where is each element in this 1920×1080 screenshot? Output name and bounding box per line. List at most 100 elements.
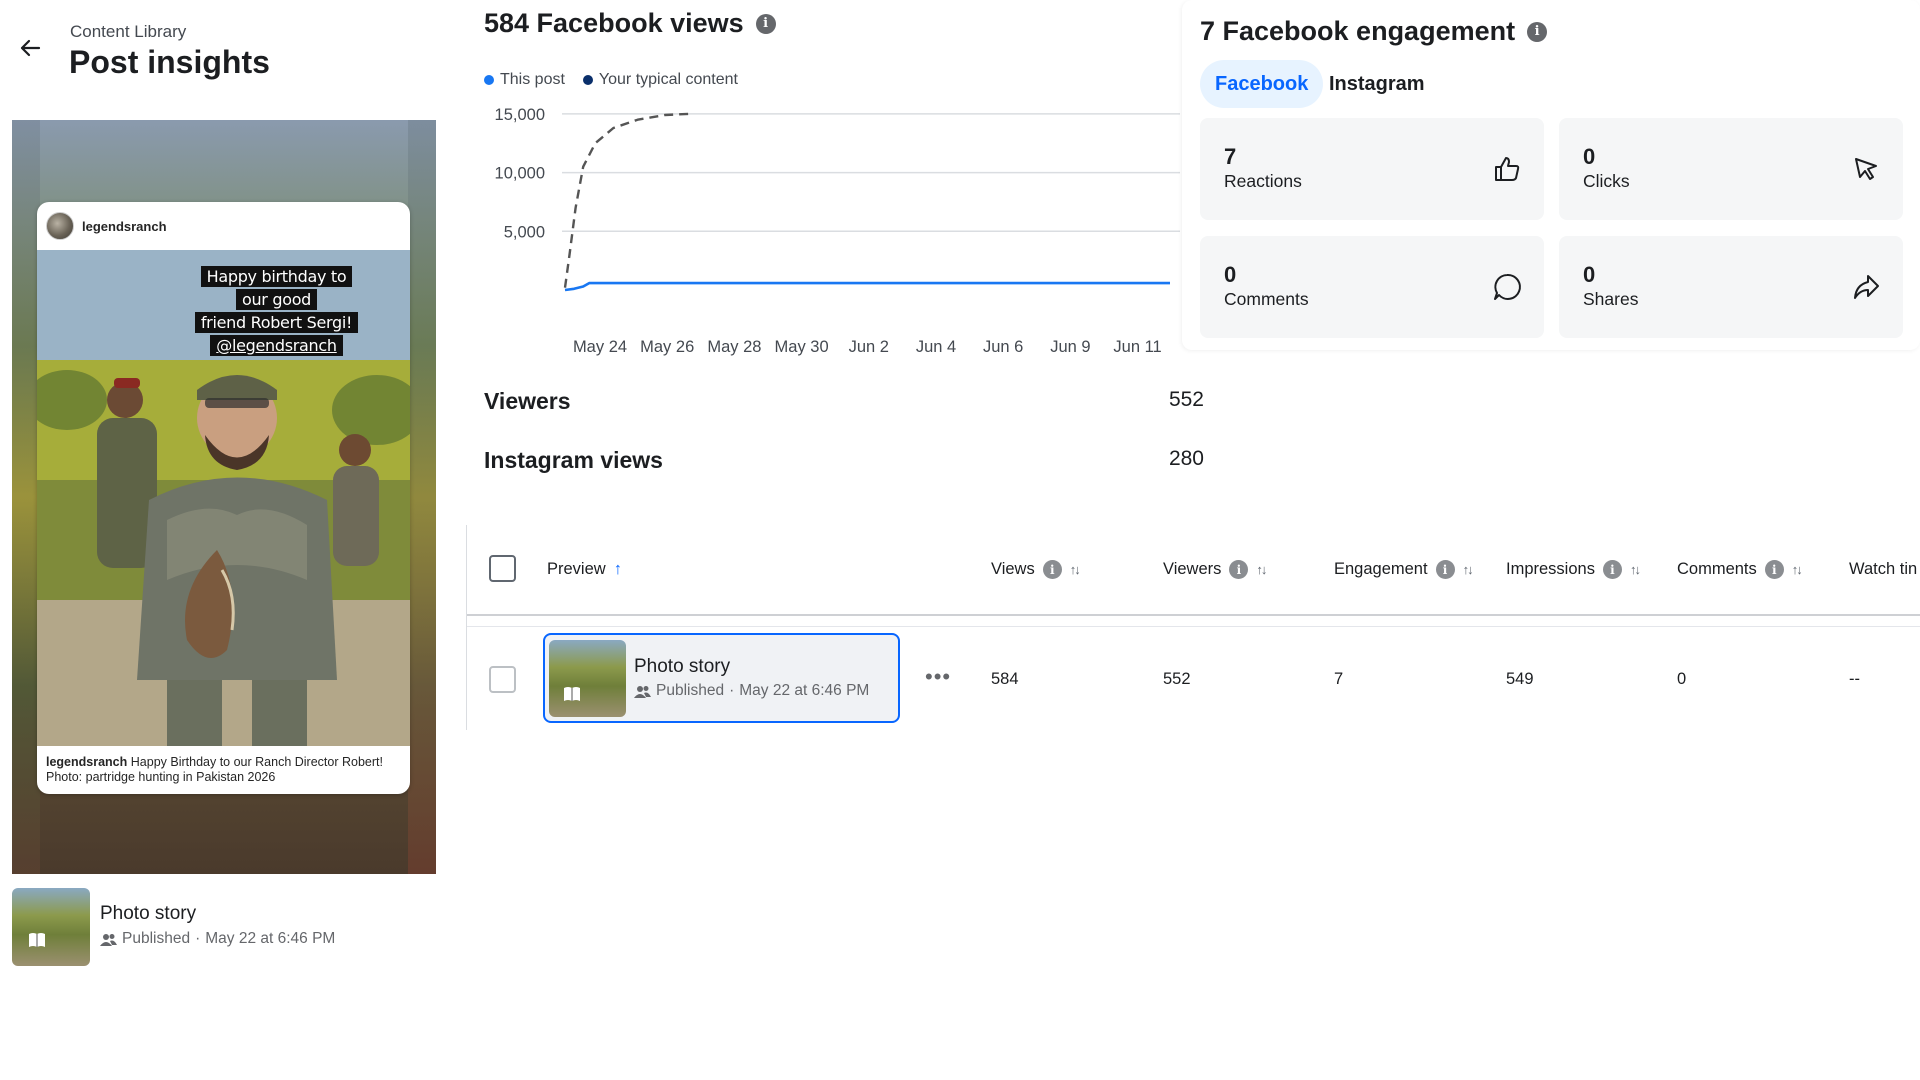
info-icon[interactable]: i (1764, 560, 1784, 579)
clicks-count: 0 (1583, 144, 1596, 169)
column-impressions[interactable]: Impressions i ↑↓ (1506, 560, 1641, 579)
post-thumbnail (12, 888, 90, 966)
info-icon[interactable]: i (1042, 560, 1062, 579)
legend-item-typical: Your typical content (582, 71, 738, 89)
column-label: Comments (1677, 560, 1757, 578)
share-arrow-icon (1854, 275, 1879, 299)
sort-icon: ↑↓ (1256, 562, 1267, 577)
preview-date: May 22 at 6:46 PM (739, 682, 870, 699)
column-watch-time[interactable]: Watch tin (1849, 560, 1917, 579)
x-tick-label: May 30 (775, 338, 829, 356)
engagement-title: 7 Facebook engagement i (1200, 16, 1548, 47)
column-preview[interactable]: Preview ↑ (547, 560, 622, 579)
back-button[interactable] (14, 32, 46, 64)
engagement-title-text: 7 Facebook engagement (1200, 16, 1516, 46)
info-icon[interactable]: i (1229, 560, 1249, 579)
column-engagement[interactable]: Engagement i ↑↓ (1334, 560, 1474, 579)
x-tick-label: Jun 11 (1113, 338, 1161, 356)
x-tick-label: Jun 2 (849, 338, 889, 356)
more-options-button[interactable]: ••• (925, 664, 951, 690)
shared-post-card: legendsranch Happy birthday to our good … (37, 202, 410, 794)
preview-meta: Published · May 22 at 6:46 PM (634, 682, 869, 700)
info-icon[interactable]: i (1527, 21, 1548, 42)
cell-engagement: 7 (1334, 670, 1344, 688)
thumbs-up-icon (1495, 157, 1520, 181)
column-label: Preview (547, 560, 606, 578)
preview-title: Photo story (634, 656, 731, 677)
post-status: Published (122, 930, 191, 947)
cell-views: 584 (991, 670, 1019, 688)
legend-label: This post (500, 71, 565, 88)
info-icon[interactable]: i (1602, 560, 1622, 579)
select-all-checkbox[interactable] (489, 555, 516, 582)
sort-icon: ↑↓ (1462, 562, 1474, 577)
post-meta: Published · May 22 at 6:46 PM (100, 930, 335, 948)
sort-icon: ↑↓ (1629, 562, 1641, 577)
shared-post-caption: legendsranch Happy Birthday to our Ranch… (37, 746, 410, 785)
x-tick-label: May 28 (707, 338, 761, 356)
info-icon[interactable]: i (1435, 560, 1455, 579)
viewers-value: 552 (1168, 388, 1204, 411)
shares-count: 0 (1583, 262, 1596, 287)
chart-legend: This post Your typical content (484, 71, 738, 89)
story-book-icon (29, 933, 45, 947)
avatar (46, 212, 74, 240)
typical-content-line (563, 112, 690, 288)
story-preview: legendsranch Happy birthday to our good … (12, 120, 436, 874)
table-header-divider (467, 614, 1920, 616)
breadcrumb[interactable]: Content Library (70, 22, 186, 42)
table-left-border (466, 525, 467, 730)
sort-ascending-icon: ↑ (613, 560, 622, 578)
engagement-panel: 7 Facebook engagement i Facebook Instagr… (1182, 0, 1920, 350)
views-line-chart: 5,000 10,000 15,000 May 24 May 26 May 28 May 3… (495, 106, 1180, 356)
tab-instagram[interactable]: Instagram (1314, 60, 1440, 108)
cursor-icon (1855, 158, 1877, 180)
preview-cell-selected[interactable]: Photo story Published · May 22 at 6:46 P… (543, 633, 900, 723)
x-tick-label: Jun 9 (1050, 338, 1090, 356)
shares-card: 0 Shares (1559, 236, 1903, 338)
post-date: May 22 at 6:46 PM (205, 930, 336, 947)
views-title-text: 584 Facebook views (484, 8, 744, 38)
shares-label: Shares (1583, 289, 1639, 309)
post-title: Photo story (100, 903, 197, 924)
shared-post-header: legendsranch (37, 202, 410, 250)
column-label: Engagement (1334, 560, 1428, 578)
this-post-line (564, 281, 1170, 292)
x-tick-label: May 24 (573, 338, 627, 356)
arrow-left-icon (20, 39, 41, 57)
cell-comments: 0 (1677, 670, 1687, 688)
column-label: Watch tin (1849, 560, 1918, 578)
instagram-views-label: Instagram views (484, 447, 663, 473)
shared-post-username: legendsranch (82, 218, 167, 234)
info-icon[interactable]: i (755, 13, 776, 34)
x-tick-label: May 26 (640, 338, 694, 356)
x-tick-label: Jun 6 (983, 338, 1023, 356)
table-row-divider (467, 626, 1920, 627)
story-backdrop-left (12, 120, 40, 874)
column-views[interactable]: Views i ↑↓ (991, 560, 1081, 579)
comments-label: Comments (1224, 289, 1309, 309)
y-tick-label: 10,000 (495, 165, 545, 183)
column-comments[interactable]: Comments i ↑↓ (1677, 560, 1803, 579)
cell-impressions: 549 (1506, 670, 1534, 688)
tab-facebook[interactable]: Facebook (1200, 60, 1324, 108)
legend-swatch (582, 75, 593, 85)
meta-separator: · (195, 930, 201, 947)
cell-viewers: 552 (1163, 670, 1191, 688)
reactions-label: Reactions (1224, 171, 1302, 191)
story-book-icon (564, 687, 580, 701)
views-section-title: 584 Facebook views i (484, 8, 776, 39)
instagram-views-value: 280 (1168, 447, 1204, 470)
column-label: Viewers (1163, 560, 1222, 578)
y-tick-label: 5,000 (504, 223, 545, 241)
caption-username: legendsranch (46, 755, 128, 769)
audience-people-icon (634, 685, 651, 698)
story-photo: Happy birthday to our good friend Robert… (37, 250, 410, 746)
meta-separator: · (729, 682, 735, 699)
row-checkbox[interactable] (489, 666, 516, 693)
column-viewers[interactable]: Viewers i ↑↓ (1163, 560, 1267, 579)
x-tick-label: Jun 4 (916, 338, 956, 356)
clicks-label: Clicks (1583, 171, 1630, 191)
sticker-line-1: Happy birthday to our good (200, 266, 353, 310)
preview-status: Published (656, 682, 725, 699)
